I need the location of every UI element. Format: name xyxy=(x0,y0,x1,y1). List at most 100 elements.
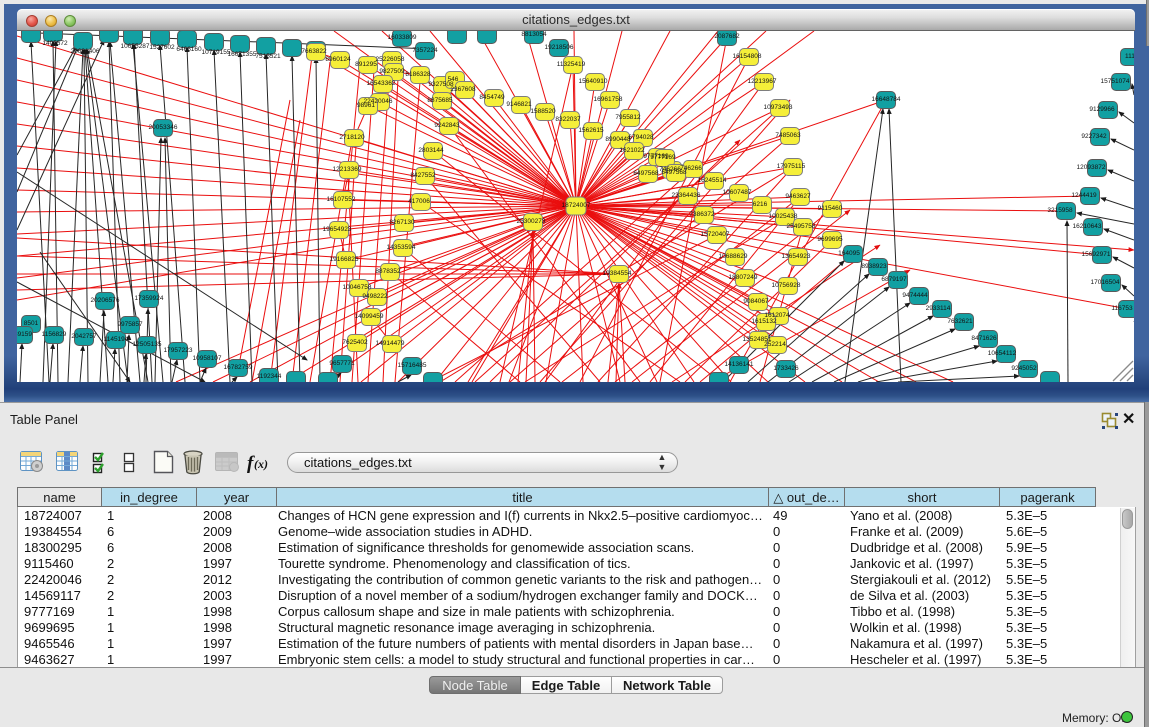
svg-text:9463627: 9463627 xyxy=(785,193,811,200)
svg-text:16648784: 16648784 xyxy=(872,96,901,103)
svg-text:1244419: 1244419 xyxy=(1071,192,1097,199)
svg-text:23364436: 23364436 xyxy=(672,192,701,199)
svg-text:1156829: 1156829 xyxy=(42,331,67,338)
svg-text:10654112: 10654112 xyxy=(988,350,1017,357)
svg-text:3215958: 3215958 xyxy=(1047,207,1073,214)
svg-text:2718120: 2718120 xyxy=(339,134,365,141)
svg-text:6497568: 6497568 xyxy=(661,169,687,176)
svg-text:16245514: 16245514 xyxy=(698,177,727,184)
svg-text:14353594: 14353594 xyxy=(387,244,416,251)
svg-text:7632621: 7632621 xyxy=(947,318,973,325)
svg-text:417006: 417006 xyxy=(408,198,430,205)
svg-text:7625402: 7625402 xyxy=(342,339,368,346)
svg-text:12213369: 12213369 xyxy=(333,166,362,173)
svg-text:9699695: 9699695 xyxy=(817,236,843,243)
svg-text:6216: 6216 xyxy=(753,201,768,208)
svg-text:10655287: 10655287 xyxy=(121,43,150,50)
svg-text:12093872: 12093872 xyxy=(1077,164,1106,171)
svg-text:17975115: 17975115 xyxy=(777,163,806,170)
svg-text:891295: 891295 xyxy=(355,61,377,68)
svg-text:25300273: 25300273 xyxy=(517,218,546,225)
svg-text:12505135: 12505135 xyxy=(133,341,162,348)
svg-text:12213967: 12213967 xyxy=(748,78,777,85)
svg-text:7955812: 7955812 xyxy=(615,114,641,121)
svg-text:10756928: 10756928 xyxy=(772,282,801,289)
svg-text:10025438: 10025438 xyxy=(769,213,798,220)
svg-text:17359924: 17359924 xyxy=(135,295,164,302)
svg-text:8454749: 8454749 xyxy=(479,94,505,101)
svg-text:14099459: 14099459 xyxy=(355,313,384,320)
svg-text:16543362: 16543362 xyxy=(367,80,396,87)
svg-text:6794028: 6794028 xyxy=(628,134,654,141)
svg-text:9227342: 9227342 xyxy=(1081,133,1107,140)
svg-text:8960124: 8960124 xyxy=(325,56,351,63)
svg-text:8322037: 8322037 xyxy=(555,116,581,123)
svg-text:9146821: 9146821 xyxy=(506,101,532,108)
svg-text:116753: 116753 xyxy=(1111,305,1133,312)
svg-text:10046758: 10046758 xyxy=(343,284,372,291)
svg-text:8501: 8501 xyxy=(24,320,39,327)
svg-text:10973493: 10973493 xyxy=(764,104,793,111)
svg-text:2042757: 2042757 xyxy=(71,333,97,340)
svg-text:1588520: 1588520 xyxy=(530,108,556,115)
svg-text:19384554: 19384554 xyxy=(603,270,632,277)
svg-text:20691406: 20691406 xyxy=(71,48,100,55)
svg-text:252214: 252214 xyxy=(764,341,786,348)
svg-text:16210643: 16210643 xyxy=(1073,223,1102,230)
svg-text:1733426: 1733426 xyxy=(773,365,799,372)
svg-text:16154808: 16154808 xyxy=(733,53,762,60)
svg-text:16033809: 16033809 xyxy=(388,34,417,41)
svg-text:15720407: 15720407 xyxy=(701,231,730,238)
svg-text:18724007: 18724007 xyxy=(562,202,591,209)
svg-text:6497568: 6497568 xyxy=(633,170,659,177)
svg-text:9777169: 9777169 xyxy=(650,154,676,161)
svg-text:8186328: 8186328 xyxy=(405,71,431,78)
svg-text:164095: 164095 xyxy=(838,250,860,257)
svg-text:16671355: 16671355 xyxy=(228,51,257,58)
svg-text:8878352: 8878352 xyxy=(375,268,401,275)
svg-text:546: 546 xyxy=(448,76,459,83)
svg-text:2803144: 2803144 xyxy=(418,147,444,154)
svg-text:9245052: 9245052 xyxy=(1011,365,1037,372)
svg-text:9084067: 9084067 xyxy=(743,298,769,305)
svg-text:39159: 39159 xyxy=(17,331,32,338)
svg-text:8990448: 8990448 xyxy=(605,136,631,143)
svg-text:6879197: 6879197 xyxy=(881,276,907,283)
svg-text:2367608: 2367608 xyxy=(450,86,476,93)
svg-text:20053346: 20053346 xyxy=(149,124,178,131)
svg-text:10688629: 10688629 xyxy=(719,253,748,260)
svg-text:10958107: 10958107 xyxy=(193,355,222,362)
svg-text:10719155: 10719155 xyxy=(202,49,231,56)
svg-text:9827509: 9827509 xyxy=(379,68,405,75)
svg-text:9115460: 9115460 xyxy=(818,205,843,212)
svg-text:14914479: 14914479 xyxy=(376,340,405,347)
svg-text:15716485: 15716485 xyxy=(398,362,427,369)
svg-text:9129966: 9129966 xyxy=(1089,106,1115,113)
svg-text:19654923: 19654923 xyxy=(323,226,352,233)
svg-text:15640910: 15640910 xyxy=(579,78,608,85)
svg-text:9975857: 9975857 xyxy=(117,321,143,328)
svg-text:7515521: 7515521 xyxy=(255,53,281,60)
svg-text:7357224: 7357224 xyxy=(412,47,438,54)
svg-text:9498222: 9498222 xyxy=(362,293,388,300)
svg-text:8813054: 8813054 xyxy=(521,31,547,38)
svg-text:10607487: 10607487 xyxy=(723,189,752,196)
svg-text:13654923: 13654923 xyxy=(782,253,811,260)
svg-text:1405572: 1405572 xyxy=(42,40,68,47)
svg-text:1527602: 1527602 xyxy=(149,44,175,51)
svg-text:15751074: 15751074 xyxy=(1101,78,1130,85)
svg-text:7663822: 7663822 xyxy=(301,48,327,55)
svg-text:8938923: 8938923 xyxy=(861,263,887,270)
svg-text:16782759: 16782759 xyxy=(224,364,253,371)
svg-text:1562615: 1562615 xyxy=(578,127,604,134)
svg-text:18807249: 18807249 xyxy=(729,274,758,281)
svg-text:19218506: 19218506 xyxy=(545,44,574,51)
svg-text:8267130: 8267130 xyxy=(389,219,415,226)
svg-text:19166825: 19166825 xyxy=(330,256,359,263)
svg-text:6466160: 6466160 xyxy=(176,46,202,53)
svg-text:20206576: 20206576 xyxy=(91,297,120,304)
svg-text:111: 111 xyxy=(1125,53,1134,60)
svg-text:8471626: 8471626 xyxy=(971,335,997,342)
svg-text:14136141: 14136141 xyxy=(725,361,754,368)
svg-text:9242843: 9242843 xyxy=(434,122,460,129)
